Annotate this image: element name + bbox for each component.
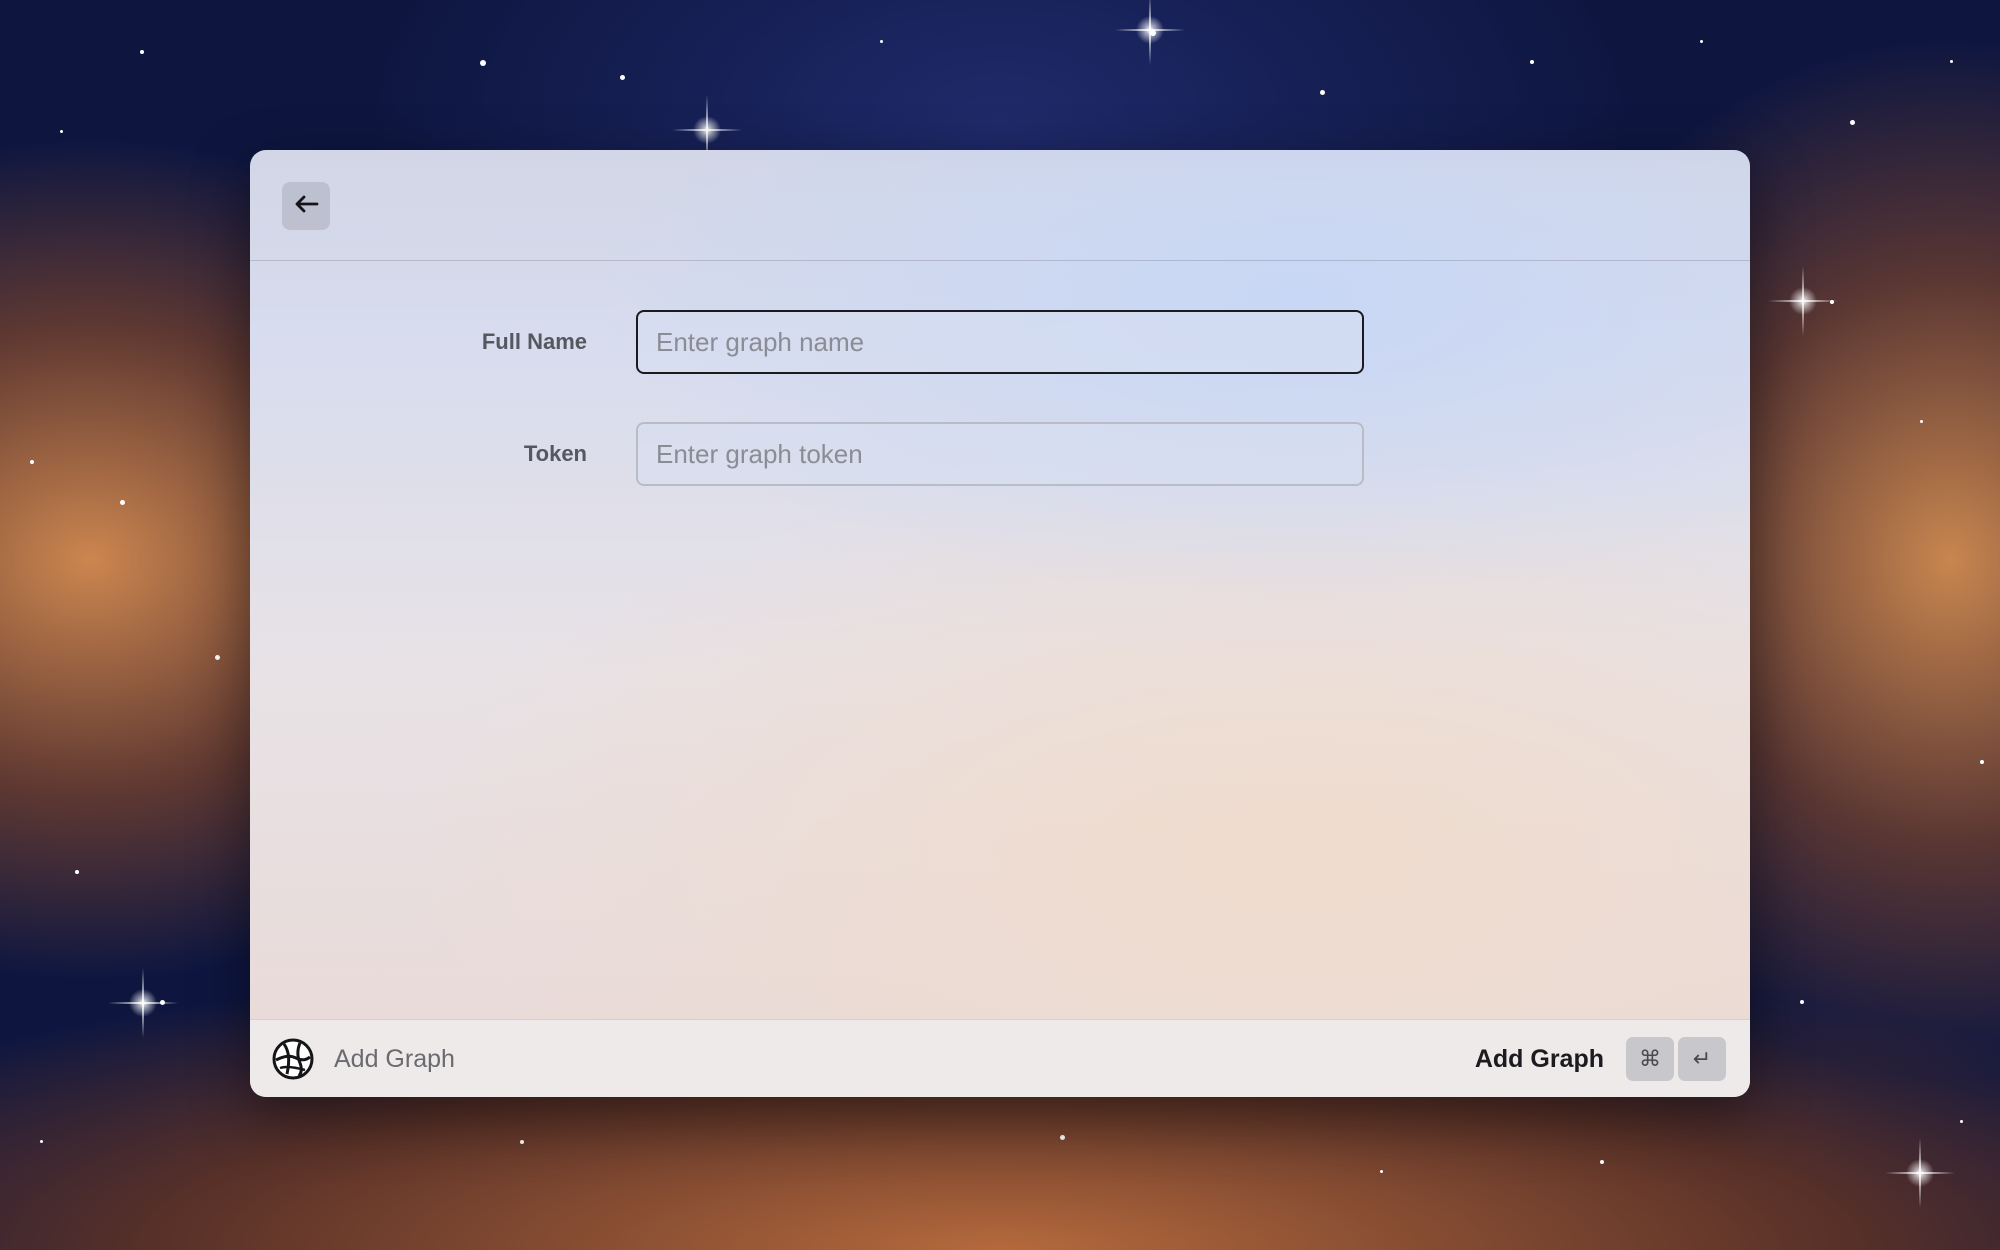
window-header bbox=[250, 150, 1750, 261]
full-name-input[interactable] bbox=[636, 310, 1364, 374]
token-input[interactable] bbox=[636, 422, 1364, 486]
full-name-row: Full Name bbox=[250, 310, 1750, 374]
arrow-left-icon bbox=[293, 194, 319, 219]
back-button[interactable] bbox=[282, 182, 330, 230]
action-bar: Add Graph Add Graph ⌘ ↵ bbox=[250, 1019, 1750, 1097]
token-label: Token bbox=[523, 441, 587, 466]
command-key-icon: ⌘ bbox=[1626, 1037, 1674, 1081]
return-key-icon: ↵ bbox=[1678, 1037, 1726, 1081]
token-row: Token bbox=[250, 422, 1750, 486]
footer-title: Add Graph bbox=[334, 1045, 455, 1073]
add-graph-action-button[interactable]: Add Graph bbox=[1475, 1020, 1604, 1097]
full-name-label: Full Name bbox=[481, 329, 587, 354]
add-graph-window: Full Name Token Add Graph Add Graph ⌘ ↵ bbox=[250, 150, 1750, 1097]
graph-logo-icon bbox=[272, 1038, 314, 1080]
